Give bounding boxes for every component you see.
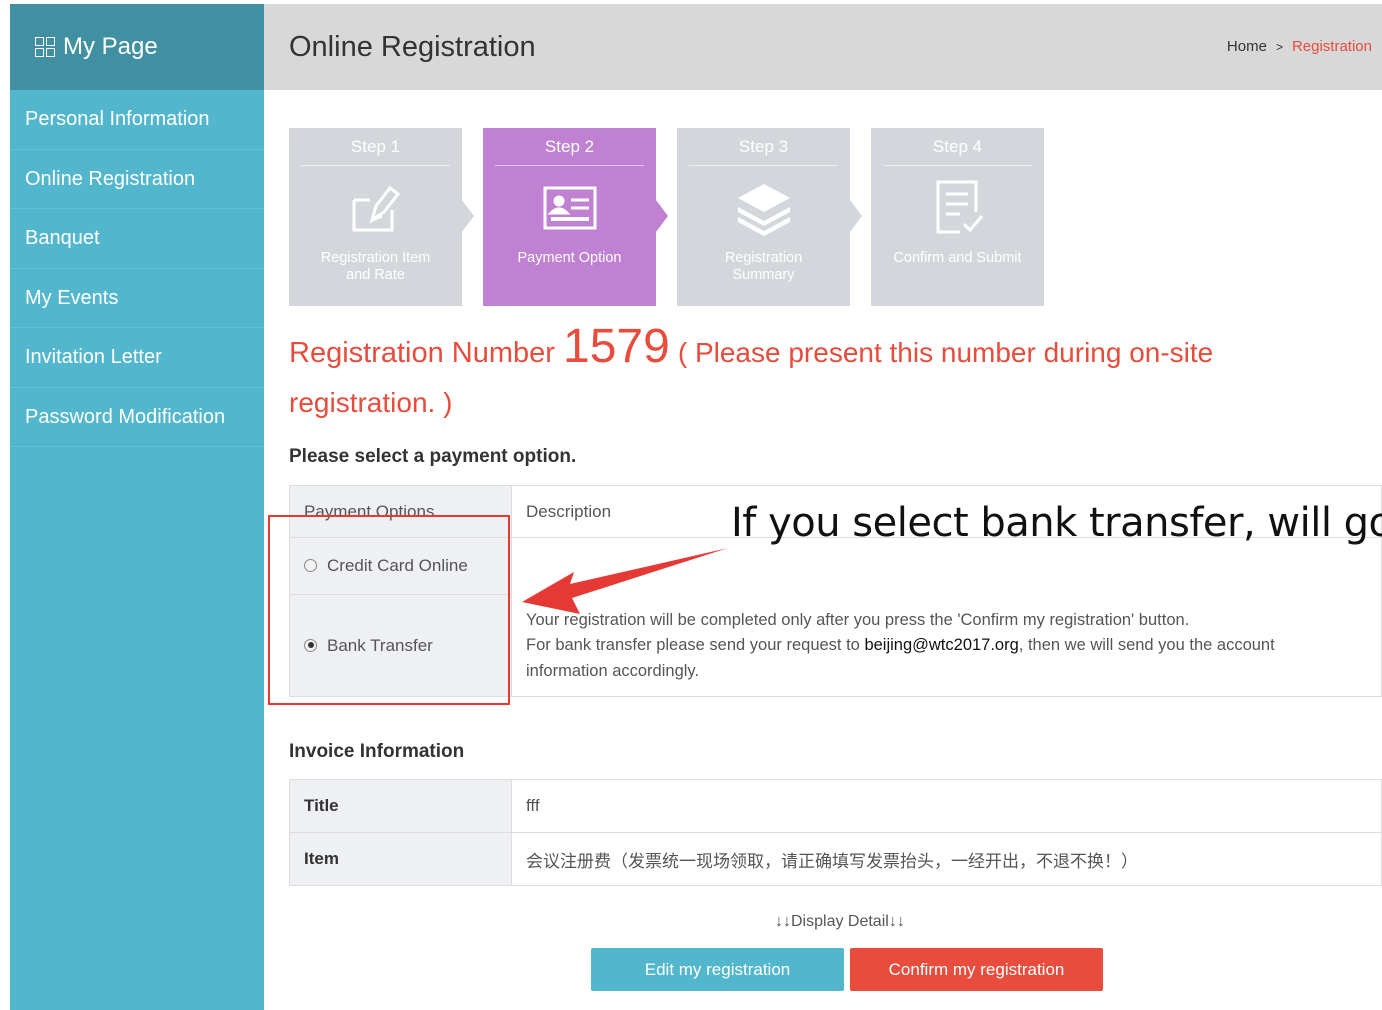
description-line-2-end: , then we will send you the account (1018, 636, 1275, 654)
step-title: Step 1 (301, 136, 450, 166)
grid-icon (35, 37, 55, 57)
step-label: Payment Option (483, 250, 656, 267)
step-label: Registration Summary (677, 250, 850, 284)
registration-number-value: 1579 (563, 320, 670, 373)
invoice-section-title: Invoice Information (289, 741, 465, 762)
payment-section-title: Please select a payment option. (289, 446, 577, 467)
sidebar-item-invitation-letter[interactable]: Invitation Letter (10, 328, 264, 388)
edit-doc-icon (289, 166, 462, 250)
annotation-arrow-icon (522, 548, 728, 614)
sidebar-item-personal-information[interactable]: Personal Information (10, 90, 264, 150)
step-title: Step 4 (883, 136, 1032, 166)
display-detail-link[interactable]: ↓↓Display Detail↓↓ (775, 913, 905, 931)
invoice-item-key: Item (289, 832, 512, 886)
sidebar-header[interactable]: My Page (10, 4, 264, 90)
registration-number-prefix: Registration Number (289, 337, 555, 369)
breadcrumb-current[interactable]: Registration (1292, 38, 1372, 55)
table-row: Item 会议注册费（发票统一现场领取，请正确填写发票抬头，一经开出，不退不换！… (289, 832, 1382, 886)
step-label: Confirm and Submit (871, 250, 1044, 267)
sidebar-item-password-modification[interactable]: Password Modification (10, 388, 264, 447)
confirm-registration-button[interactable]: Confirm my registration (850, 948, 1103, 991)
sidebar: My Page Personal Information Online Regi… (10, 4, 264, 1010)
invoice-table: Title fff Item 会议注册费（发票统一现场领取，请正确填写发票抬头，… (289, 779, 1382, 886)
sidebar-title: My Page (63, 33, 158, 60)
id-card-icon (483, 166, 656, 250)
invoice-title-key: Title (289, 779, 512, 833)
page-title: Online Registration (289, 31, 536, 63)
breadcrumb-separator: > (1275, 40, 1283, 54)
registration-number-heading: Registration Number 1579 ( Please presen… (289, 322, 1349, 428)
step-label-line: Confirm and Submit (893, 250, 1022, 266)
breadcrumb-home-link[interactable]: Home (1227, 38, 1267, 55)
edit-registration-button[interactable]: Edit my registration (591, 948, 844, 991)
sidebar-item-online-registration[interactable]: Online Registration (10, 150, 264, 209)
description-line-2: For bank transfer please send your reque… (526, 633, 1367, 659)
breadcrumb: Home > Registration (1227, 38, 1372, 55)
step-4[interactable]: Step 4 Confirm and Submit (871, 128, 1044, 306)
step-3[interactable]: Step 3 Registration Summary (677, 128, 862, 306)
invoice-title-value: fff (511, 779, 1382, 833)
step-arrow (656, 200, 668, 232)
step-arrow (850, 200, 862, 232)
checklist-icon (871, 166, 1044, 250)
step-label-line: Registration (724, 250, 803, 266)
step-label-line: Payment Option (517, 250, 622, 266)
description-line-2-start: For bank transfer please send your reque… (526, 636, 865, 654)
step-label-line: Summary (732, 267, 795, 283)
step-label-line: and Rate (346, 267, 405, 283)
sidebar-item-banquet[interactable]: Banquet (10, 209, 264, 269)
annotation-highlight-box (268, 515, 510, 705)
top-bar: Online Registration Home > Registration (264, 4, 1382, 90)
description-line-3: information accordingly. (526, 661, 700, 680)
layers-icon (677, 166, 850, 250)
invoice-item-value: 会议注册费（发票统一现场领取，请正确填写发票抬头，一经开出，不退不换！） (511, 832, 1382, 886)
step-label-line: Registration Item (320, 250, 431, 266)
step-title: Step 3 (689, 136, 838, 166)
step-title: Step 2 (495, 136, 644, 166)
step-2[interactable]: Step 2 Payment Option (483, 128, 668, 306)
step-arrow (462, 200, 474, 232)
step-label: Registration Item and Rate (289, 250, 462, 284)
bank-transfer-email: beijing@wtc2017.org (864, 636, 1019, 654)
sidebar-item-my-events[interactable]: My Events (10, 269, 264, 328)
step-1[interactable]: Step 1 Registration Item and Rate (289, 128, 474, 306)
table-row: Title fff (289, 779, 1382, 833)
annotation-text: If you select bank transfer, will go (731, 500, 1382, 546)
